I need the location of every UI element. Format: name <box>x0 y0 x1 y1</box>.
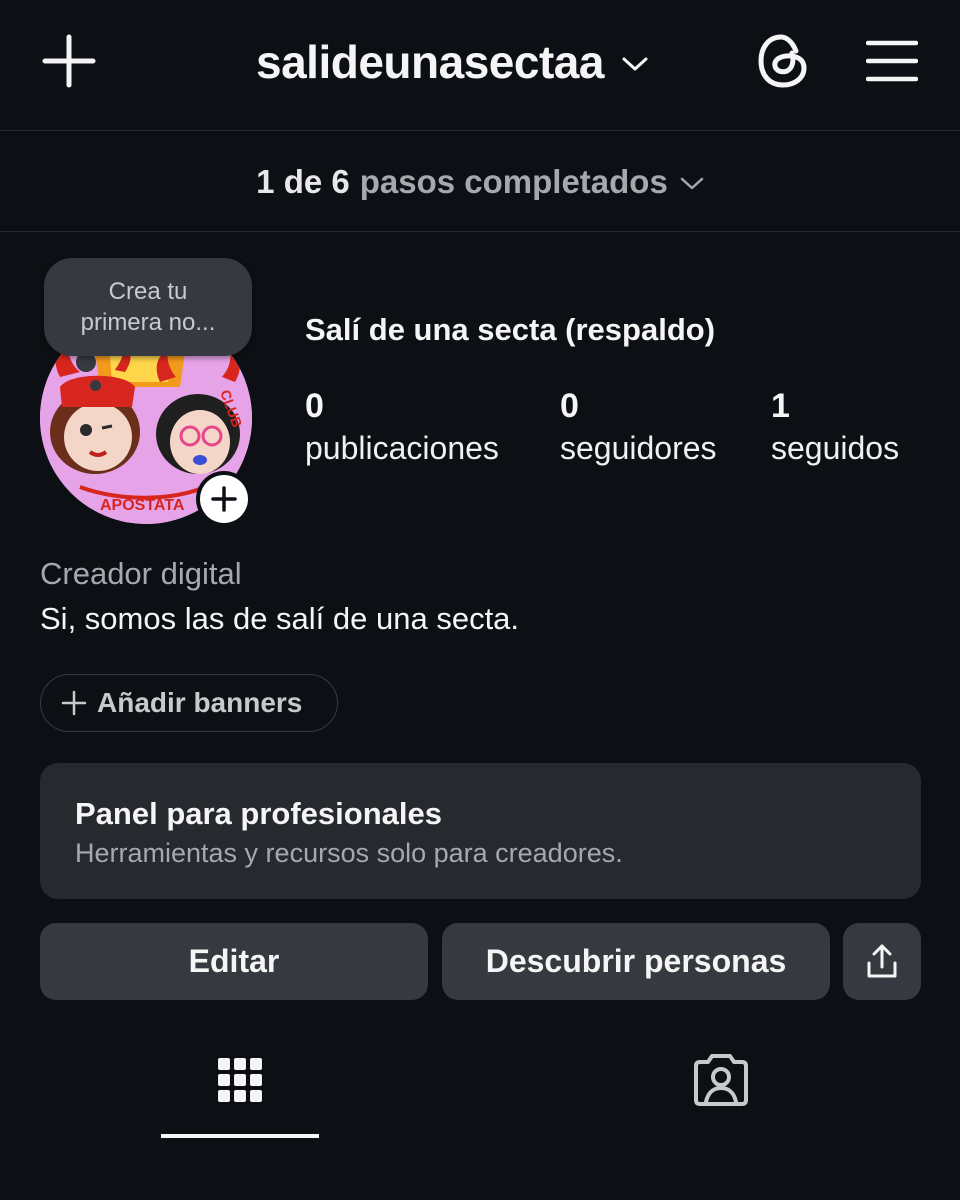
tagged-person-icon <box>694 1054 748 1106</box>
discover-people-button[interactable]: Descubrir personas <box>442 923 830 1000</box>
steps-label: pasos completados <box>359 162 668 200</box>
stat-following-label: seguidos <box>771 430 900 466</box>
tab-grid[interactable] <box>160 1050 320 1140</box>
username: salideunasectaa <box>256 36 604 88</box>
professional-dashboard-subtitle: Herramientas y recursos solo para creado… <box>75 838 623 868</box>
plus-icon <box>211 486 237 512</box>
discover-people-label: Descubrir personas <box>485 943 787 979</box>
stat-posts-label: publicaciones <box>305 430 499 466</box>
profile-screen: salideunasectaa 1 de 6 pasos completados <box>0 0 960 1200</box>
add-banners-label: Añadir banners <box>97 687 303 718</box>
plus-icon <box>42 34 96 88</box>
professional-dashboard-title: Panel para profesionales <box>75 796 442 831</box>
create-button[interactable] <box>36 30 102 92</box>
top-bar: salideunasectaa <box>0 0 960 131</box>
professional-dashboard-card[interactable]: Panel para profesionales Herramientas y … <box>40 763 921 899</box>
add-story-button[interactable] <box>196 471 252 527</box>
stat-posts-count: 0 <box>305 387 324 425</box>
threads-button[interactable] <box>750 28 816 94</box>
note-bubble[interactable]: Crea tu primera no... <box>44 258 252 356</box>
avatar-caption: APÓSTATA <box>100 495 185 514</box>
add-banners-button[interactable]: Añadir banners <box>40 674 338 732</box>
note-bubble-tail-small <box>90 380 101 391</box>
profile-bio: Si, somos las de salí de una secta. <box>40 601 520 636</box>
chevron-down-icon <box>680 177 704 189</box>
note-text-line-2: primera no... <box>80 309 216 336</box>
menu-button[interactable] <box>860 30 924 92</box>
account-switcher[interactable]: salideunasectaa <box>256 32 648 92</box>
stat-followers[interactable]: 0 seguidores <box>560 386 717 470</box>
note-text-line-1: Crea tu <box>108 278 188 305</box>
share-profile-button[interactable] <box>843 923 921 1000</box>
edit-profile-label: Editar <box>188 943 280 979</box>
profile-category: Creador digital <box>40 556 242 591</box>
chevron-down-icon <box>622 57 648 71</box>
plus-icon <box>61 690 87 716</box>
stat-followers-count: 0 <box>560 387 579 425</box>
threads-icon <box>758 34 807 88</box>
tab-tagged[interactable] <box>641 1050 801 1140</box>
profile-setup-steps[interactable]: 1 de 6 pasos completados <box>0 132 960 232</box>
active-tab-indicator <box>161 1134 319 1138</box>
stat-following-count: 1 <box>771 387 790 425</box>
share-icon <box>867 944 897 977</box>
stat-following[interactable]: 1 seguidos <box>771 386 899 470</box>
stat-posts[interactable]: 0 publicaciones <box>305 386 499 470</box>
display-name: Salí de una secta (respaldo) <box>305 312 716 347</box>
hamburger-menu-icon <box>866 40 918 82</box>
stat-followers-label: seguidores <box>560 430 717 466</box>
edit-profile-button[interactable]: Editar <box>40 923 428 1000</box>
steps-count: 1 de 6 <box>256 162 350 200</box>
grid-icon <box>218 1058 262 1102</box>
